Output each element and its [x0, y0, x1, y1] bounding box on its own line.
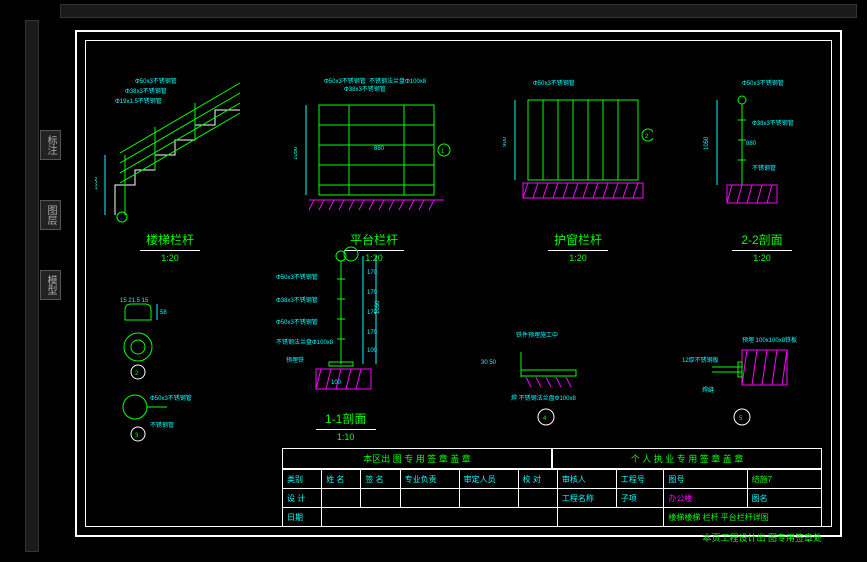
dim: 58	[160, 310, 167, 316]
svg-text:2: 2	[645, 134, 649, 140]
label: 2	[135, 371, 139, 377]
scale-text: 1:20	[140, 253, 200, 263]
label: 不锈钢法兰盘Φ100x8	[276, 338, 334, 346]
cell: 审定人员	[459, 470, 518, 489]
cell-subitem: 办公楼	[664, 489, 747, 508]
cell	[400, 489, 459, 508]
dim: 880	[746, 141, 757, 147]
label: Φ50x3不锈钢管	[135, 77, 177, 85]
cell-drawing-name: 楼梯楼梯 栏杆 平台栏杆详图	[664, 508, 822, 527]
label: 12厚不锈钢板	[682, 356, 719, 364]
label: Φ50x3不锈钢管	[324, 77, 366, 85]
cell: 签 名	[361, 470, 400, 489]
label: 5	[739, 416, 743, 422]
stamp-left: 本区出 图 专 用 签 章 盖 章	[282, 448, 552, 469]
title-text: 楼梯栏杆	[140, 231, 200, 248]
cell: 校 对	[518, 470, 557, 489]
label: 不锈钢法兰盘Φ100x8	[369, 77, 427, 85]
dim: 30 50	[481, 360, 497, 366]
diagram-detail-5: 预埋 100x100x8铁板 12厚不锈钢板 焊缝 5	[672, 322, 822, 442]
diagram-detail-4: 铁件预埋施工中 30 50 焊 不锈钢法兰盘Φ100x8 4	[476, 322, 616, 442]
drawing-area[interactable]: Φ50x3不锈钢管 Φ38x3不锈钢管 Φ19x1.5不锈钢管	[95, 45, 822, 442]
cell	[459, 489, 518, 508]
diagram-window-guard: Φ50x3不锈钢管 900 2 护窗栏杆	[503, 75, 653, 263]
dim: 1050	[375, 300, 381, 314]
diagram-title: 楼梯栏杆 1:20	[140, 231, 200, 263]
label: Φ50x3不锈钢管	[150, 394, 192, 402]
title-text: 1-1剖面	[316, 410, 376, 427]
label: Φ38x3不锈钢管	[125, 87, 167, 95]
diagram-title: 护窗栏杆 1:20	[548, 231, 608, 263]
label: Φ38x3不锈钢管	[752, 119, 794, 127]
dim: 1050	[704, 136, 710, 150]
label: Φ19x1.5不锈钢管	[115, 97, 162, 105]
label: 不锈钢管	[150, 421, 174, 429]
horizontal-ruler[interactable]	[60, 4, 857, 18]
side-tab-1[interactable]: 图层	[40, 200, 61, 230]
label: Φ50x3不锈钢管	[533, 79, 575, 87]
diagram-stair-railing: Φ50x3不锈钢管 Φ38x3不锈钢管 Φ19x1.5不锈钢管	[95, 75, 245, 263]
side-tabs: 标注 图层 模型	[40, 130, 61, 300]
title-table-grid: 类别 姓 名 签 名 专业负责 审定人员 校 对 审核人 工程号 图号 结施7 …	[282, 469, 822, 527]
cell	[361, 489, 400, 508]
diagram-section-2-2: Φ50x3不锈钢管 Φ38x3不锈钢管 不锈钢管 1050 880	[702, 75, 822, 263]
drawing-row-2: 15 21.5 15 58 2 Φ50x3不锈钢管 不锈钢管	[95, 263, 822, 442]
title-block-table: 本区出 图 专 用 签 章 盖 章 个 人 执 业 专 用 签 章 盖 章 类别…	[282, 448, 822, 527]
drawing-row-1: Φ50x3不锈钢管 Φ38x3不锈钢管 Φ19x1.5不锈钢管	[95, 45, 822, 263]
label: 3	[135, 433, 139, 439]
cell: 图号	[664, 470, 747, 489]
cell: 图名	[747, 489, 821, 508]
label: Φ38x3不锈钢管	[276, 296, 318, 304]
side-tab-0[interactable]: 标注	[40, 130, 61, 160]
scale-text: 1:10	[316, 432, 376, 442]
scale-text: 1:20	[548, 253, 608, 263]
dim: 880	[374, 146, 385, 152]
cell: 姓 名	[322, 470, 361, 489]
label: 铁件预埋施工中	[516, 331, 558, 339]
dim: 100	[331, 380, 342, 386]
diagram-details-2-3: 15 21.5 15 58 2 Φ50x3不锈钢管 不锈钢管	[95, 292, 215, 442]
dim: 15 21.5 15	[120, 298, 149, 304]
cell: 专业负责	[400, 470, 459, 489]
diagram-title: 1-1剖面 1:10	[316, 410, 376, 442]
title-text: 护窗栏杆	[548, 231, 608, 248]
label: Φ50x3不锈钢管	[742, 79, 784, 87]
dim: 1050	[294, 146, 299, 160]
diagram-title: 2-2剖面 1:20	[732, 231, 792, 263]
footer-note: 本页工程设计出 图专用签章处	[702, 531, 822, 544]
scale-text: 1:20	[732, 253, 792, 263]
diagram-platform-railing: Φ50x3不锈钢管 Φ38x3不锈钢管 不锈钢法兰盘Φ100x8 880	[294, 75, 454, 263]
cell: 子项	[616, 489, 664, 508]
label: 4	[543, 416, 547, 422]
label: 预埋 100x100x8铁板	[742, 336, 797, 344]
svg-text:1: 1	[441, 149, 445, 155]
title-text: 2-2剖面	[732, 231, 792, 248]
cell: 工程号	[616, 470, 664, 489]
label: Φ50x3不锈钢管	[276, 273, 318, 281]
label: 预埋铁	[286, 356, 304, 364]
label: Φ50x3不锈钢管	[276, 318, 318, 326]
label: 焊缝	[702, 386, 714, 394]
stamp-right: 个 人 执 业 专 用 签 章 盖 章	[552, 448, 822, 469]
cell: 审核人	[557, 470, 616, 489]
cell-sheet-no: 结施7	[747, 470, 821, 489]
diagram-section-1-1: Φ50x3不锈钢管 Φ38x3不锈钢管 Φ50x3不锈钢管 不锈钢法兰盘Φ100…	[271, 244, 421, 442]
cell: 工程名称	[557, 489, 616, 508]
label: 不锈钢管	[752, 164, 776, 172]
cad-viewport: 标注 图层 模型 Φ50x3不锈钢管 Φ38x3不锈钢管 Φ19x1.5不锈钢管	[0, 0, 867, 562]
cell: 类别	[283, 470, 322, 489]
dim: 1050	[95, 176, 99, 190]
cell: 设 计	[283, 489, 322, 508]
label: Φ38x3不锈钢管	[344, 85, 386, 93]
dim: 900	[503, 137, 508, 148]
label: 焊 不锈钢法兰盘Φ100x8	[511, 394, 576, 402]
cell	[322, 489, 361, 508]
side-tab-2[interactable]: 模型	[40, 270, 61, 300]
vertical-ruler[interactable]	[25, 20, 39, 552]
cell: 日期	[283, 508, 322, 527]
cell	[518, 489, 557, 508]
